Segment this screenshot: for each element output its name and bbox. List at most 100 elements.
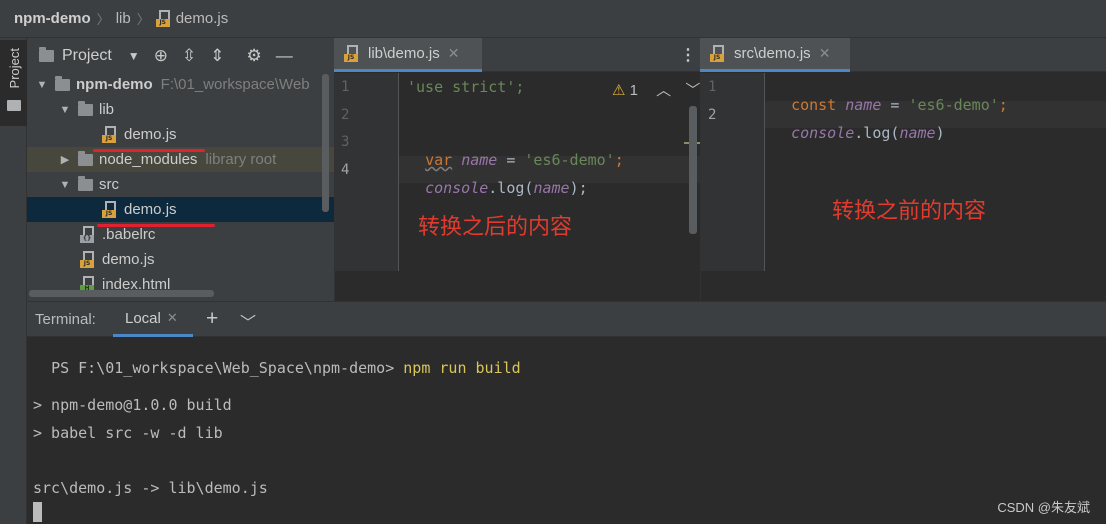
tree-label: lib (99, 101, 115, 118)
line-number: 3 (341, 134, 350, 150)
tree-item-root[interactable]: ▼ npm-demo F:\01_workspace\Web (27, 72, 334, 97)
code-end: ) (935, 124, 945, 142)
expand-all-icon[interactable]: ⇳ (182, 46, 196, 66)
warning-count: 1 (629, 82, 638, 99)
terminal-line: src\demo.js -> lib\demo.js (33, 479, 268, 497)
folder-icon (78, 100, 93, 116)
watermark: CSDN @朱友斌 (997, 500, 1090, 515)
gear-icon[interactable]: ⚙ (246, 46, 261, 66)
chevron-down-icon: ▼ (59, 103, 71, 116)
code-end: ); (569, 179, 588, 197)
editor-left-tabbar: JS lib\demo.js ✕ ⋮ (334, 38, 700, 72)
code-method: .log( (488, 179, 534, 197)
terminal-cursor (33, 502, 42, 522)
tree-item-demo[interactable]: JS demo.js (27, 247, 334, 272)
breadcrumb-file[interactable]: demo.js (176, 10, 229, 27)
js-file-icon: JS (102, 201, 118, 218)
tree-scrollbar-v[interactable] (322, 74, 329, 212)
dropdown-icon[interactable]: ▼ (128, 49, 140, 63)
chevron-down-icon: ▼ (36, 78, 48, 91)
code-method: .log( (854, 124, 900, 142)
breadcrumb-folder[interactable]: lib (116, 10, 131, 27)
folder-icon (7, 100, 21, 111)
tree-item-src[interactable]: ▼ src (27, 172, 334, 197)
line-number: 1 (341, 79, 350, 95)
tree-label: demo.js (124, 201, 177, 218)
js-file-icon: JS (102, 126, 118, 143)
breadcrumb-project[interactable]: npm-demo (14, 10, 91, 27)
close-icon[interactable]: ✕ (448, 45, 460, 62)
code-object: console (791, 124, 855, 142)
code-argument: name (899, 124, 936, 142)
close-icon[interactable]: ✕ (819, 45, 831, 62)
code-argument: name (533, 179, 570, 197)
js-file-icon: JS (155, 10, 172, 27)
more-options-icon[interactable]: ⋮ (680, 45, 696, 65)
tree-root-name: npm-demo (76, 76, 153, 93)
line-number: 4 (341, 162, 350, 178)
tree-label: src (99, 176, 119, 193)
code-line-1[interactable]: 'use strict'; (407, 78, 524, 96)
chevron-down-icon[interactable]: ﹀ (240, 309, 256, 333)
tree-item-lib-demo[interactable]: JS demo.js (27, 122, 334, 147)
js-file-icon: JS (344, 45, 360, 62)
chevron-right-icon: 〉 (136, 12, 150, 27)
project-tab-label: Project (7, 48, 22, 89)
tree-item-babelrc[interactable]: {} .babelrc (27, 222, 334, 247)
tree-label: .babelrc (102, 226, 156, 243)
close-icon[interactable]: ✕ (167, 310, 178, 326)
code-line-2[interactable]: console.log(name) (773, 106, 945, 142)
line-number: 2 (341, 107, 350, 123)
folder-icon (78, 175, 93, 191)
inspection-widget[interactable]: ⚠ 1 ︿ ﹀ (612, 79, 700, 100)
editor-right-gutter (701, 73, 765, 271)
project-title[interactable]: Project (62, 47, 112, 65)
add-icon[interactable]: + (206, 307, 218, 331)
tab-lib-demo[interactable]: JS lib\demo.js ✕ (334, 38, 482, 72)
library-root-hint: library root (205, 151, 277, 168)
tab-src-demo[interactable]: JS src\demo.js ✕ (700, 38, 850, 72)
chevron-up-icon[interactable]: ︿ (656, 82, 671, 99)
breadcrumb: npm-demo 〉 lib 〉 JS demo.js (0, 0, 1106, 38)
tab-label: Local (125, 309, 161, 327)
terminal-header: Terminal: Local ✕ + ﹀ (27, 301, 1106, 337)
terminal-line: > npm-demo@1.0.0 build (33, 396, 232, 414)
locate-icon[interactable]: ⊕ (154, 46, 168, 66)
terminal-line-prompt: PS F:\01_workspace\Web_Space\npm-demo> n… (33, 341, 521, 377)
tree-root-path: F:\01_workspace\Web (160, 76, 310, 93)
tab-label: lib\demo.js (368, 45, 440, 62)
code-line-4[interactable]: console.log(name); (407, 161, 588, 197)
tree-item-src-demo[interactable]: JS demo.js (27, 197, 334, 222)
folder-icon (78, 150, 93, 166)
editor-right-tabbar: JS src\demo.js ✕ (700, 38, 1106, 72)
terminal-line: > babel src -w -d lib (33, 424, 223, 442)
editor-left-scrollbar[interactable] (689, 106, 697, 234)
code-semicolon: ; (614, 151, 624, 169)
js-file-icon: JS (710, 45, 726, 62)
tree-item-lib[interactable]: ▼ lib (27, 97, 334, 122)
warning-icon: ⚠ (612, 82, 626, 99)
line-number: 2 (708, 107, 717, 123)
underline-mark-lib (93, 149, 205, 152)
config-file-icon: {} (80, 226, 96, 243)
project-tool-tab[interactable]: Project (0, 40, 27, 126)
collapse-all-icon[interactable]: ⇕ (210, 46, 224, 66)
folder-icon (39, 47, 54, 62)
annotation-after: 转换之后的内容 (418, 215, 573, 240)
chevron-right-icon: ▶ (60, 154, 70, 166)
chevron-down-icon[interactable]: ﹀ (685, 82, 700, 99)
chevron-right-icon: 〉 (96, 12, 110, 27)
hide-icon[interactable]: — (276, 46, 293, 66)
tab-local[interactable]: Local ✕ (113, 302, 193, 337)
tree-label: demo.js (102, 251, 155, 268)
project-toolbar: Project ▼ ⊕ ⇳ ⇕ ⚙ — (27, 38, 334, 74)
tree-scrollbar-h[interactable] (29, 290, 214, 297)
code-object: console (425, 179, 489, 197)
tab-label: src\demo.js (734, 45, 811, 62)
tree-label: node_modules (99, 151, 198, 168)
chevron-down-icon: ▼ (59, 178, 71, 191)
terminal-label: Terminal: (35, 311, 96, 328)
annotation-before: 转换之前的内容 (832, 199, 987, 224)
folder-icon (55, 75, 70, 91)
line-number: 1 (708, 79, 717, 95)
